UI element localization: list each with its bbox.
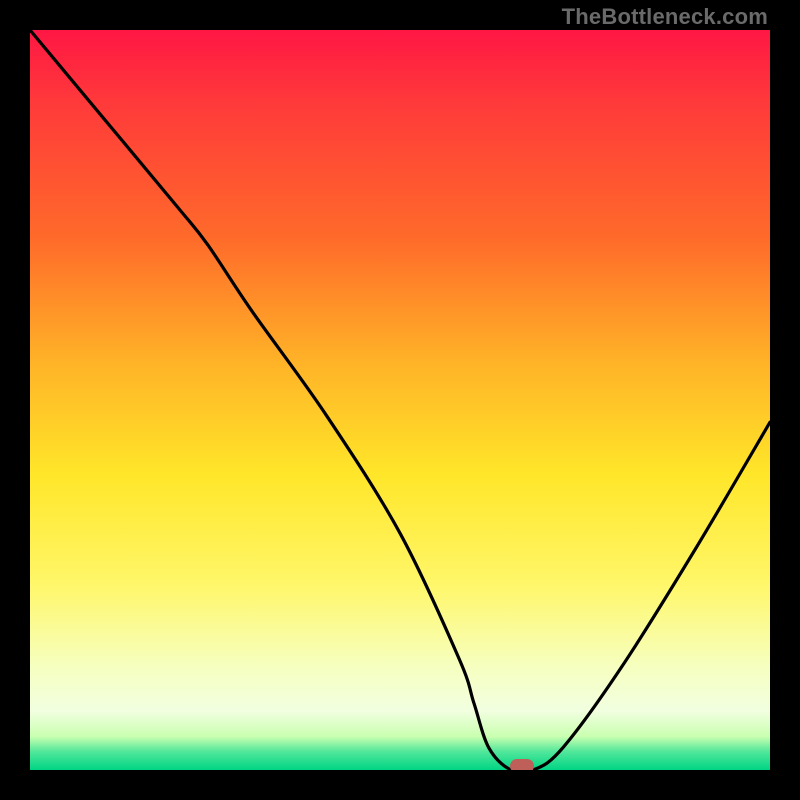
bottleneck-curve [30,30,770,770]
chart-frame: TheBottleneck.com [0,0,800,800]
optimal-marker [510,759,534,770]
plot-area [30,30,770,770]
watermark-text: TheBottleneck.com [562,4,768,30]
